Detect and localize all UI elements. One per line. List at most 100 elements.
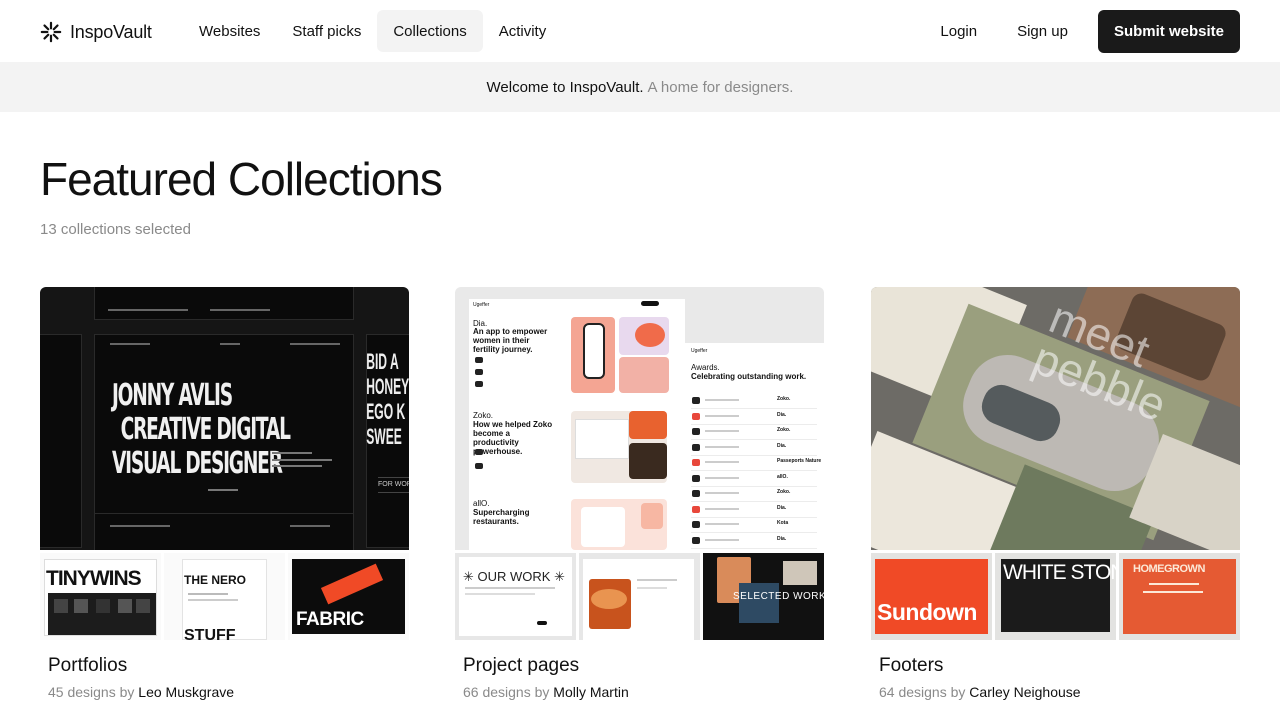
collection-meta: 64 designs by Carley Neighouse: [879, 684, 1240, 700]
thumbnail[interactable]: THE NERO STUFF: [164, 553, 285, 640]
login-link[interactable]: Login: [920, 11, 997, 53]
banner-strong: Welcome to InspoVault.: [486, 78, 644, 96]
award-row-icon: [692, 521, 700, 528]
hero-line-1: JONNY AVLIS: [112, 378, 233, 413]
thumbnail-label-text: OUR WORK: [477, 569, 551, 584]
award-row-label: Dia.: [777, 504, 787, 511]
collection-meta: 45 designs by Leo Muskgrave: [48, 684, 409, 700]
side-line-2: HONEY: [365, 374, 409, 399]
award-row-divider: [691, 423, 817, 425]
award-row-line: [705, 538, 739, 541]
collection-title[interactable]: Portfolios: [48, 655, 409, 677]
award-row-divider: [691, 547, 817, 549]
submit-website-button[interactable]: Submit website: [1097, 10, 1240, 53]
author-link[interactable]: Leo Muskgrave: [138, 684, 234, 700]
collection-hero-image[interactable]: JONNY AVLIS CREATIVE DIGITAL VISUAL DESI…: [40, 287, 409, 550]
thumbnail-label: FABRIC: [296, 609, 364, 630]
award-row-line: [705, 461, 739, 463]
award-row-label: Zoko.: [777, 427, 791, 433]
mock-block-3-text: Supercharging restaurants.: [473, 508, 530, 526]
collection-card-project-pages[interactable]: Ugeffer Dia. An app to empower women in …: [455, 287, 824, 700]
award-row-icon: [692, 505, 700, 513]
award-row-icon: [692, 474, 700, 482]
thumbnail[interactable]: FABRIC: [288, 553, 409, 640]
award-row-icon: [692, 490, 700, 497]
banner-muted: A home for designers.: [647, 78, 794, 96]
signup-link[interactable]: Sign up: [997, 11, 1088, 53]
thumbnail-label: HOMEGROWN: [1133, 563, 1205, 575]
thumbnail-label: TINYWINS: [46, 567, 142, 590]
side-line-3: EGO K: [365, 399, 405, 424]
hero-line-3: VISUAL DESIGNER: [112, 446, 283, 481]
collection-thumbnails: TINYWINS THE NERO STUFF FABRIC: [40, 553, 409, 640]
thumbnail[interactable]: WHITE STONE: [995, 553, 1116, 640]
award-row-icon: [692, 428, 700, 435]
thumbnail[interactable]: SELECTED WORKS: [703, 553, 824, 640]
design-count: 45 designs by: [48, 684, 135, 700]
award-row-divider: [691, 470, 817, 471]
award-row-label: Kota: [777, 520, 789, 526]
award-row-label: Dia.: [777, 442, 787, 449]
mock-block-1-text: An app to empower women in their fertili…: [473, 327, 548, 354]
design-count: 66 designs by: [463, 684, 550, 700]
award-row-line: [705, 476, 739, 479]
award-row-line: [705, 414, 739, 417]
award-row-divider: [691, 408, 817, 409]
mock-side-subtitle: Celebrating outstanding work.: [691, 372, 807, 381]
mock-block-3-name: allO.: [473, 499, 490, 508]
design-count: 64 designs by: [879, 684, 966, 700]
award-row-icon: [692, 412, 700, 420]
account-nav: Login Sign up Submit website: [920, 10, 1240, 53]
award-row-line: [705, 523, 739, 525]
award-row-line: [705, 399, 739, 401]
hero-display-text: JONNY AVLIS CREATIVE DIGITAL VISUAL DESI…: [112, 378, 291, 481]
collection-hero-image[interactable]: meet pebble: [871, 287, 1240, 550]
mock-brand: Ugeffer: [473, 302, 490, 308]
site-header: InspoVault Websites Staff picks Collecti…: [0, 0, 1280, 62]
collection-title[interactable]: Project pages: [463, 655, 824, 677]
mock-side-brand: Ugeffer: [691, 348, 708, 354]
thumbnail-label-secondary: STUFF: [184, 627, 236, 640]
thumbnail-label: SELECTED WORKS: [733, 591, 824, 602]
award-row-label: Passeports Nature: [777, 458, 822, 464]
award-row-label: allO.: [777, 473, 788, 480]
award-row-label: Zoko.: [777, 489, 791, 495]
award-row-divider: [691, 516, 817, 518]
brand-name: InspoVault: [70, 21, 152, 42]
brand-logo[interactable]: InspoVault: [40, 20, 152, 44]
thumbnail[interactable]: ✳ OUR WORK ✳: [455, 553, 576, 640]
award-row-icon: [692, 397, 700, 404]
award-row-divider: [691, 532, 817, 533]
side-display-text: BID A HONEY EGO K SWEE: [366, 349, 409, 449]
nav-activity[interactable]: Activity: [483, 10, 563, 52]
thumbnail[interactable]: [579, 553, 700, 640]
award-row-label: Dia.: [777, 411, 787, 418]
thumbnail[interactable]: TINYWINS: [40, 553, 161, 640]
collection-card-footers[interactable]: meet pebble Sundown WHITE STONE HOMEGROW…: [871, 287, 1240, 700]
award-row-line: [705, 492, 739, 494]
thumbnail[interactable]: Sundown: [871, 553, 992, 640]
collection-hero-image[interactable]: Ugeffer Dia. An app to empower women in …: [455, 287, 824, 550]
collection-thumbnails: Sundown WHITE STONE HOMEGROWN: [871, 553, 1240, 640]
award-row-label: Dia.: [777, 535, 787, 542]
collection-card-portfolios[interactable]: JONNY AVLIS CREATIVE DIGITAL VISUAL DESI…: [40, 287, 409, 700]
award-row-icon: [692, 443, 700, 451]
hero-line-2: CREATIVE DIGITAL: [120, 412, 291, 447]
nav-collections[interactable]: Collections: [377, 10, 483, 52]
thumbnail-label: ✳ OUR WORK ✳: [463, 569, 565, 584]
collection-title[interactable]: Footers: [879, 655, 1240, 677]
thumbnail-label: Sundown: [877, 599, 977, 625]
award-row-divider: [691, 485, 817, 487]
author-link[interactable]: Molly Martin: [553, 684, 628, 700]
mock-block-2-text: How we helped Zoko become a productivity…: [473, 420, 553, 456]
nav-staff-picks[interactable]: Staff picks: [276, 10, 377, 52]
award-row-icon: [692, 536, 700, 544]
thumbnail-label: THE NERO: [184, 573, 247, 587]
welcome-banner: Welcome to InspoVault. A home for design…: [0, 62, 1280, 112]
page-title: Featured Collections: [40, 153, 443, 205]
nav-websites[interactable]: Websites: [183, 10, 276, 52]
thumbnail[interactable]: HOMEGROWN: [1119, 553, 1240, 640]
author-link[interactable]: Carley Neighouse: [969, 684, 1080, 700]
award-row-divider: [691, 454, 817, 456]
collections-count: 13 collections selected: [40, 221, 191, 238]
